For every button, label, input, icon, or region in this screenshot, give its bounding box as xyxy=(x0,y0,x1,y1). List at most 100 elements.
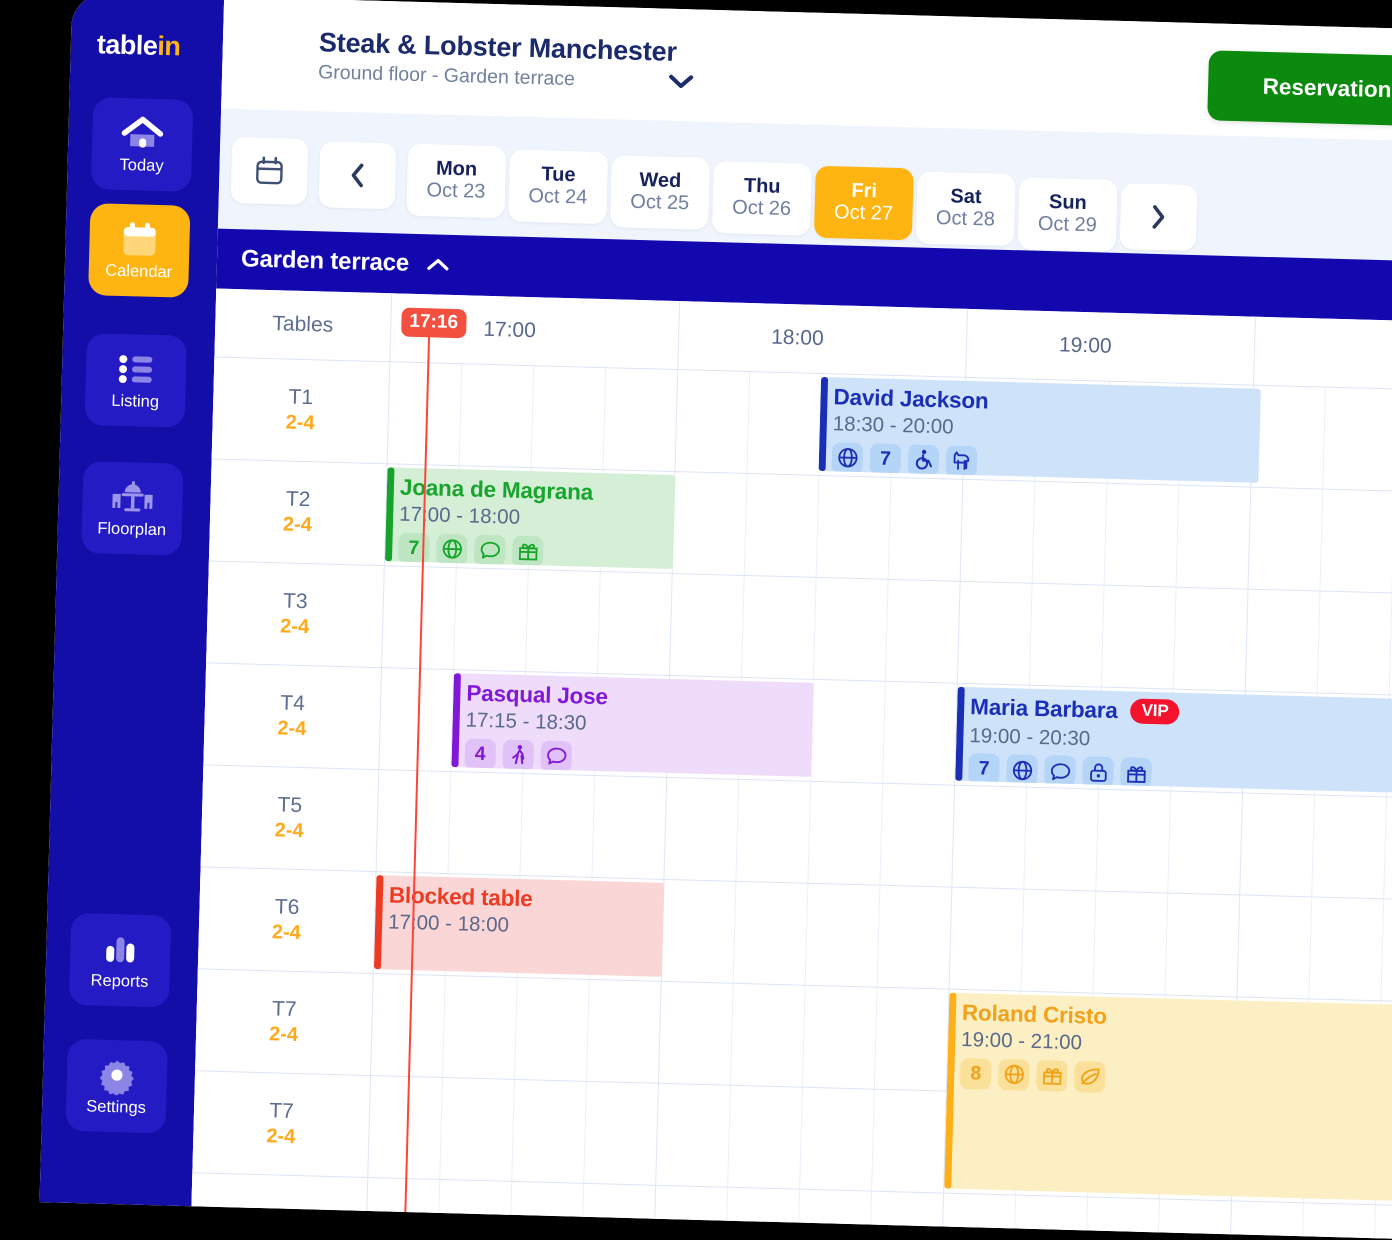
table-row-label[interactable]: T7 2-4 xyxy=(195,968,373,1075)
reservation-accent-bar xyxy=(944,993,956,1189)
table-name: T2 xyxy=(286,487,311,512)
date-dow: Fri xyxy=(851,181,877,203)
table-row-label[interactable]: T5 2-4 xyxy=(201,764,379,871)
previous-week-button[interactable] xyxy=(319,141,397,209)
reservation-block[interactable]: David Jackson 18:30 - 20:00 7 xyxy=(819,377,1261,483)
date-button-tue[interactable]: Tue Oct 24 xyxy=(508,149,608,224)
table-name: T7 xyxy=(272,997,297,1022)
date-dow: Wed xyxy=(639,170,681,192)
reservation-block[interactable]: Maria BarbaraVIP 19:00 - 20:30 7 xyxy=(955,687,1392,793)
reservation-block[interactable]: Pasqual Jose 17:15 - 18:30 4 xyxy=(451,673,813,777)
reservation-accent-bar xyxy=(955,687,965,781)
time-label: 17:00 xyxy=(483,318,536,343)
guests-count: 4 xyxy=(464,738,496,770)
globe-icon xyxy=(832,442,864,474)
sidebar-item-floorplan[interactable]: Floorplan xyxy=(81,461,183,556)
chevron-left-icon xyxy=(347,161,368,190)
reservation-block[interactable]: Joana de Magrana 17:00 - 18:00 7 xyxy=(385,467,675,569)
wheelchair-icon xyxy=(907,444,939,476)
table-row-label[interactable]: T6 2-4 xyxy=(198,866,376,973)
sidebar-item-label: Today xyxy=(119,156,164,176)
table-name: T3 xyxy=(283,589,308,614)
globe-icon xyxy=(998,1059,1030,1091)
reservation-icons: 4 xyxy=(464,738,812,777)
reservation-icons: 8 xyxy=(960,1057,1392,1101)
time-label: 19:00 xyxy=(1059,333,1112,358)
table-capacity: 2-4 xyxy=(277,717,307,741)
date-button-wed[interactable]: Wed Oct 25 xyxy=(610,155,710,230)
gift-icon xyxy=(1120,757,1152,789)
sidebar-item-listing[interactable]: Listing xyxy=(85,333,187,428)
date-button-sat[interactable]: Sat Oct 28 xyxy=(916,171,1016,246)
date-date: Oct 25 xyxy=(630,191,690,216)
bar-chart-icon xyxy=(99,929,142,970)
current-time-badge: 17:16 xyxy=(401,308,466,339)
section-title: Garden terrace xyxy=(241,245,410,278)
app-logo: tablein xyxy=(96,29,180,62)
home-icon xyxy=(120,113,165,154)
table-name: T1 xyxy=(288,385,313,410)
date-date: Oct 24 xyxy=(528,185,588,210)
table-name: T4 xyxy=(280,691,305,716)
table-name: T6 xyxy=(274,895,299,920)
tables-column-header: Tables xyxy=(214,289,391,362)
app-window: tablein Today C xyxy=(39,0,1392,1240)
lock-icon xyxy=(1082,756,1114,788)
sidebar-item-label: Listing xyxy=(111,392,159,412)
sidebar-item-calendar[interactable]: Calendar xyxy=(88,203,190,298)
date-date: Oct 27 xyxy=(834,201,894,226)
chevron-right-icon xyxy=(1148,203,1169,232)
main-content: Steak & Lobster Manchester Ground floor … xyxy=(191,0,1392,1240)
reservation-block[interactable]: Roland Cristo 19:00 - 21:00 8 xyxy=(944,993,1392,1202)
blocked-table-block[interactable]: Blocked table 17:00 - 18:00 xyxy=(374,875,664,977)
reservation-accent-bar xyxy=(451,673,461,767)
table-capacity: 2-4 xyxy=(272,921,302,945)
open-calendar-picker-button[interactable] xyxy=(231,137,309,205)
date-button-mon[interactable]: Mon Oct 23 xyxy=(406,144,506,219)
chevron-up-icon[interactable] xyxy=(425,256,451,273)
chevron-down-icon[interactable] xyxy=(667,73,696,97)
date-button-fri[interactable]: Fri Oct 27 xyxy=(814,166,914,241)
table-row-label[interactable]: T2 2-4 xyxy=(209,458,387,565)
date-date: Oct 26 xyxy=(732,196,792,221)
date-dow: Mon xyxy=(436,158,478,180)
time-label: 18:00 xyxy=(771,326,824,351)
date-date: Oct 29 xyxy=(1038,213,1098,238)
table-name: T5 xyxy=(277,793,302,818)
table-capacity: 2-4 xyxy=(269,1023,299,1047)
table-row-label[interactable]: T4 2-4 xyxy=(203,662,381,769)
date-button-sun[interactable]: Sun Oct 29 xyxy=(1018,177,1118,252)
sidebar-item-label: Reports xyxy=(90,971,148,992)
logo-text-primary: table xyxy=(96,29,157,61)
app-window-rotor: tablein Today C xyxy=(0,0,1392,1235)
sidebar-item-settings[interactable]: Settings xyxy=(65,1039,167,1134)
date-dow: Sun xyxy=(1049,192,1087,214)
leaf-icon xyxy=(1074,1061,1106,1093)
date-date: Oct 28 xyxy=(936,207,996,232)
table-row-label[interactable]: T1 2-4 xyxy=(212,357,390,464)
table-row-label[interactable]: T7 2-4 xyxy=(192,1070,370,1177)
table-capacity: 2-4 xyxy=(266,1125,296,1149)
guests-count: 7 xyxy=(398,532,430,564)
table-capacity: 2-4 xyxy=(285,411,315,435)
gear-icon xyxy=(96,1055,137,1096)
sidebar-item-today[interactable]: Today xyxy=(91,97,193,192)
floorplan-icon xyxy=(108,477,157,518)
dog-icon xyxy=(945,445,977,477)
table-name: T7 xyxy=(269,1099,294,1124)
reservation-button[interactable]: Reservation xyxy=(1207,50,1392,126)
next-week-button[interactable] xyxy=(1120,183,1198,251)
globe-icon xyxy=(1006,754,1038,786)
chat-icon xyxy=(540,740,572,772)
guests-count: 7 xyxy=(869,443,901,475)
sidebar-item-label: Floorplan xyxy=(97,519,166,540)
reservation-accent-bar xyxy=(385,467,395,561)
table-capacity: 2-4 xyxy=(280,615,310,639)
reservation-accent-bar xyxy=(819,377,829,471)
sidebar-item-reports[interactable]: Reports xyxy=(69,913,171,1008)
page-subtitle: Ground floor - Garden terrace xyxy=(318,61,575,91)
date-button-thu[interactable]: Thu Oct 26 xyxy=(712,161,812,236)
table-row-label[interactable]: T3 2-4 xyxy=(206,560,384,667)
chat-icon xyxy=(1044,755,1076,787)
chat-icon xyxy=(474,534,506,566)
